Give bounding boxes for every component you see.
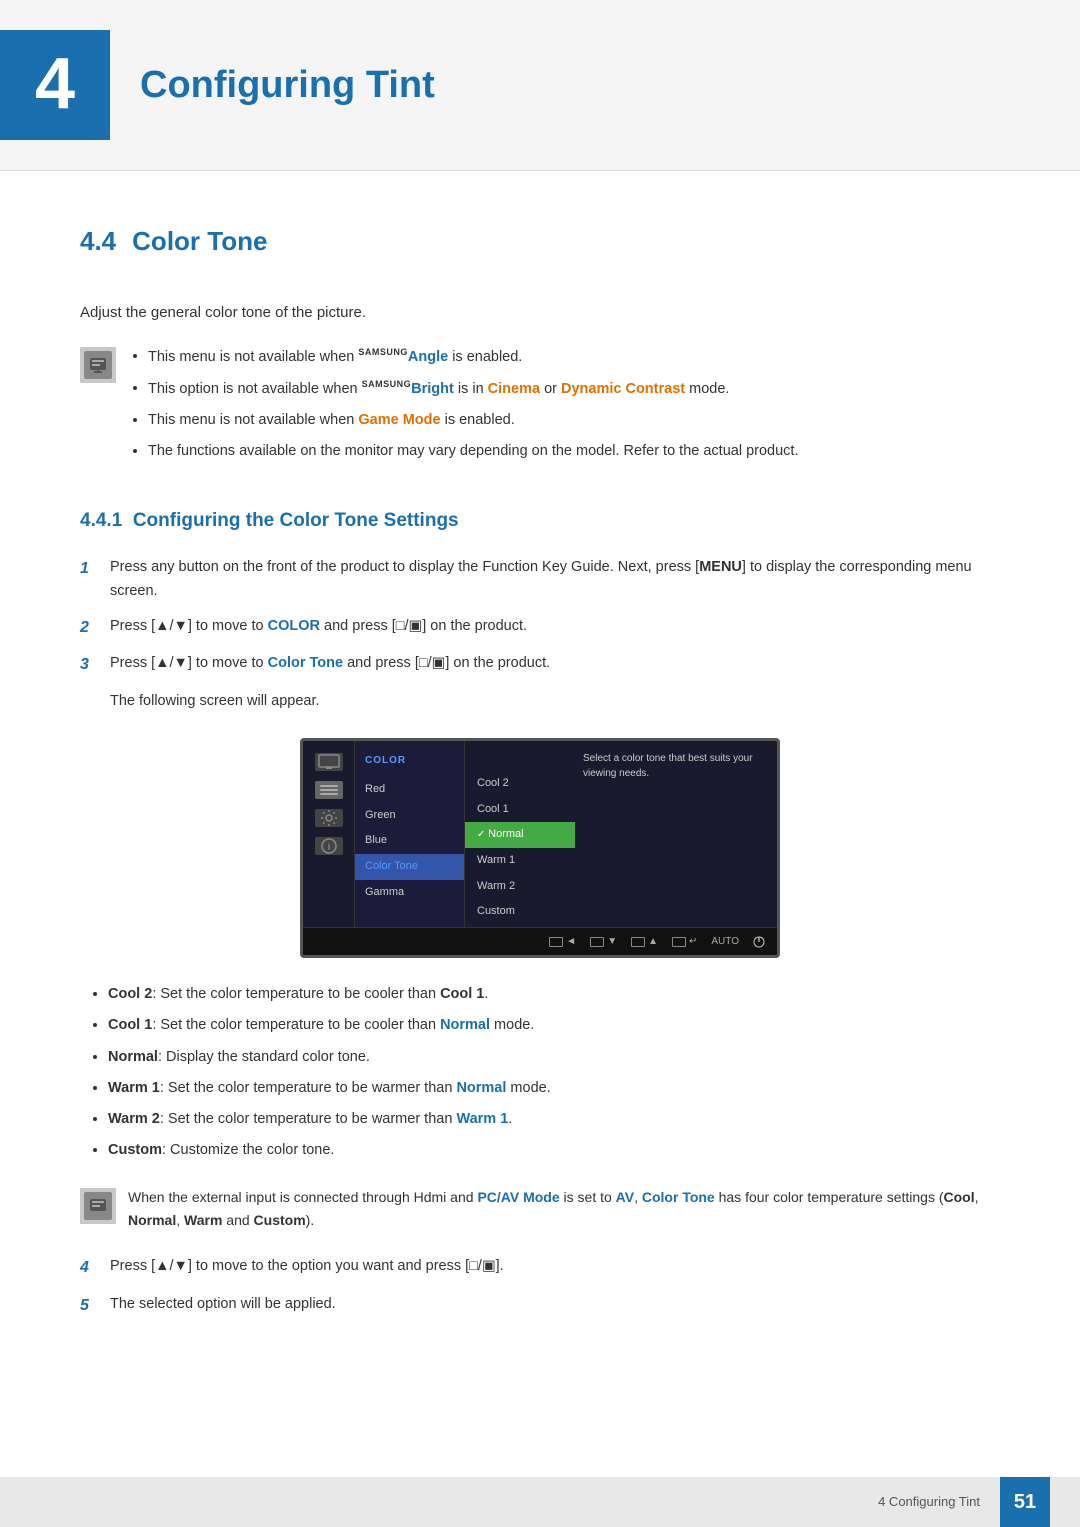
bottom-btn-enter: ↵ (672, 934, 697, 950)
monitor-sub-cool1: Cool 1 (465, 797, 575, 823)
option-normal: Normal: Display the standard color tone. (108, 1046, 1000, 1069)
bottom-btn-auto: AUTO (711, 934, 739, 950)
svg-text:i: i (327, 842, 330, 852)
section-number: 4.4 (80, 221, 116, 263)
monitor-sub-warm2: Warm 2 (465, 874, 575, 900)
monitor-sub-custom: Custom (465, 899, 575, 925)
chapter-number: 4 (0, 30, 110, 140)
monitor-icon-1 (315, 753, 343, 771)
step-3: 3 Press [▲/▼] to move to Color Tone and … (80, 652, 1000, 678)
monitor-menu-gamma: Gamma (355, 880, 464, 906)
monitor-info-col: Select a color tone that best suits your… (575, 741, 777, 955)
inline-note: When the external input is connected thr… (80, 1182, 1000, 1235)
step-text-5: The selected option will be applied. (110, 1293, 1000, 1316)
step-text-2: Press [▲/▼] to move to COLOR and press [… (110, 615, 1000, 638)
note-box: This menu is not available when SAMSUNGA… (80, 345, 1000, 471)
monitor-sub-warm1: Warm 1 (465, 848, 575, 874)
step-4: 4 Press [▲/▼] to move to the option you … (80, 1255, 1000, 1281)
step-text-3: Press [▲/▼] to move to Color Tone and pr… (110, 652, 1000, 675)
steps-continued: 4 Press [▲/▼] to move to the option you … (80, 1255, 1000, 1318)
inline-note-text: When the external input is connected thr… (128, 1186, 1000, 1231)
subsection-heading: 4.4.1 Configuring the Color Tone Setting… (80, 506, 1000, 536)
note-item-1: This menu is not available when SAMSUNGA… (148, 345, 798, 369)
footer-chapter-text: 4 Configuring Tint (878, 1492, 980, 1513)
option-warm1: Warm 1: Set the color temperature to be … (108, 1077, 1000, 1100)
bottom-btn-power (753, 936, 765, 948)
step-1: 1 Press any button on the front of the p… (80, 556, 1000, 602)
note-list: This menu is not available when SAMSUNGA… (128, 345, 798, 471)
inline-note-icon (80, 1188, 116, 1224)
chapter-header: 4 Configuring Tint (0, 0, 1080, 171)
section-title: Color Tone (132, 221, 267, 263)
option-warm2: Warm 2: Set the color temperature to be … (108, 1108, 1000, 1131)
step-text-1: Press any button on the front of the pro… (110, 556, 1000, 602)
step-num-3: 3 (80, 652, 100, 678)
step-num-4: 4 (80, 1255, 100, 1281)
note-icon-inner (84, 351, 112, 379)
monitor-menu-label: COLOR (355, 749, 464, 777)
step-num-5: 5 (80, 1293, 100, 1319)
monitor-menu-col: COLOR Red Green Blue Color Tone Gamma (355, 741, 465, 955)
screen-appears-text: The following screen will appear. (110, 690, 1000, 713)
step-num-2: 2 (80, 615, 100, 641)
bottom-btn-up: ▲ (631, 934, 658, 950)
chapter-title: Configuring Tint (140, 55, 435, 116)
monitor-submenu-col: Cool 2 Cool 1 Normal Warm 1 Warm 2 Custo… (465, 741, 575, 955)
monitor-sidebar: i (303, 741, 355, 955)
monitor-menu-green: Green (355, 803, 464, 829)
color-tone-options: Cool 2: Set the color temperature to be … (80, 983, 1000, 1162)
step-2: 2 Press [▲/▼] to move to COLOR and press… (80, 615, 1000, 641)
monitor-sub-cool2: Cool 2 (465, 771, 575, 797)
monitor-screenshot: i COLOR Red Green Blue Color Tone Gamma … (80, 738, 1000, 958)
page-footer: 4 Configuring Tint 51 (0, 1477, 1080, 1527)
bottom-btn-down: ▼ (590, 934, 617, 950)
option-cool2: Cool 2: Set the color temperature to be … (108, 983, 1000, 1006)
bottom-btn-left: ◄ (549, 934, 576, 950)
monitor-icon-4: i (315, 837, 343, 855)
monitor-info-text: Select a color tone that best suits your… (583, 753, 753, 779)
step-num-1: 1 (80, 556, 100, 582)
monitor-display: i COLOR Red Green Blue Color Tone Gamma … (300, 738, 780, 958)
note-item-2: This option is not available when SAMSUN… (148, 377, 798, 401)
step-text-4: Press [▲/▼] to move to the option you wa… (110, 1255, 1000, 1278)
monitor-bottom-bar: ◄ ▼ ▲ ↵ AUTO (303, 927, 777, 955)
note-item-3: This menu is not available when Game Mod… (148, 409, 798, 432)
monitor-sub-normal: Normal (465, 822, 575, 848)
page-number: 51 (1000, 1477, 1050, 1527)
steps-list: 1 Press any button on the front of the p… (80, 556, 1000, 678)
inline-note-icon-inner (84, 1192, 112, 1220)
section-description: Adjust the general color tone of the pic… (80, 301, 1000, 325)
step-5: 5 The selected option will be applied. (80, 1293, 1000, 1319)
main-content: 4.4 Color Tone Adjust the general color … (0, 211, 1080, 1410)
option-cool1: Cool 1: Set the color temperature to be … (108, 1014, 1000, 1037)
option-custom: Custom: Customize the color tone. (108, 1139, 1000, 1162)
monitor-icon-3 (315, 809, 343, 827)
monitor-menu-colortone: Color Tone (355, 854, 464, 880)
monitor-menu-blue: Blue (355, 828, 464, 854)
monitor-menu-red: Red (355, 777, 464, 803)
monitor-icon-2 (315, 781, 343, 799)
note-icon (80, 347, 116, 383)
note-item-4: The functions available on the monitor m… (148, 440, 798, 463)
